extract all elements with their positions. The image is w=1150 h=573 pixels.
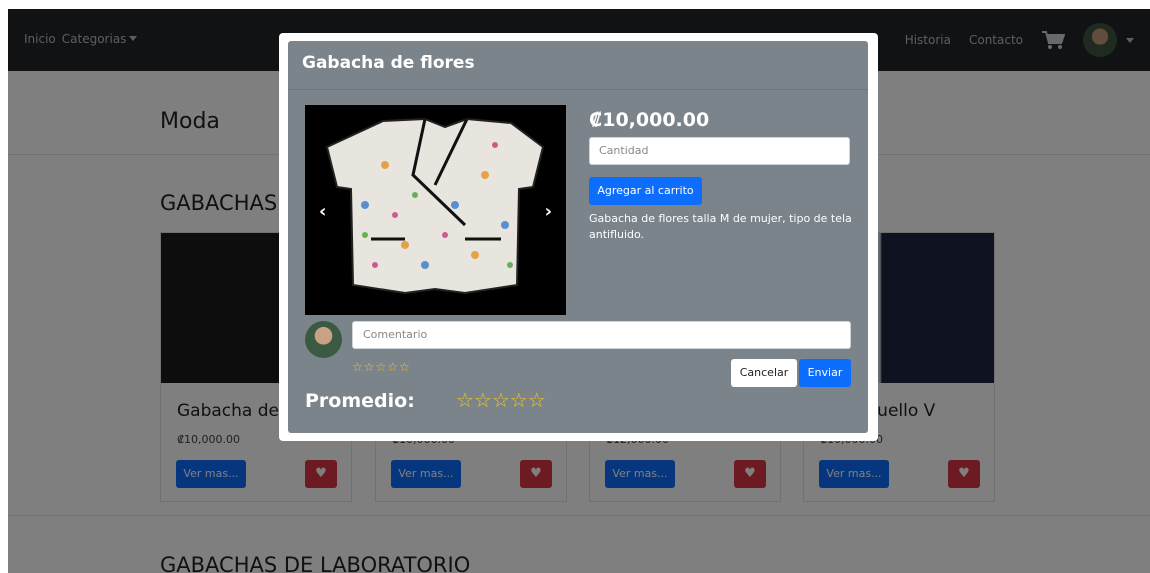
avatar	[305, 321, 342, 358]
average-label: Promedio:	[305, 390, 415, 412]
rating-stars-input[interactable]: ☆☆☆☆☆	[352, 360, 411, 374]
carousel-prev-icon[interactable]: ‹	[319, 201, 326, 222]
quantity-input[interactable]: Cantidad	[589, 137, 850, 165]
cancel-button[interactable]: Cancelar	[731, 359, 797, 387]
add-to-cart-button[interactable]: Agregar al carrito	[589, 177, 702, 205]
top-strip	[0, 0, 1150, 9]
comment-input[interactable]: Comentario	[352, 321, 851, 349]
product-description: Gabacha de flores talla M de mujer, tipo…	[589, 212, 852, 241]
modal-header: Gabacha de flores	[288, 41, 868, 90]
carousel-next-icon[interactable]: ›	[545, 201, 552, 222]
send-button[interactable]: Enviar	[799, 359, 851, 387]
average-stars: ☆☆☆☆☆	[456, 388, 546, 412]
product-carousel[interactable]: ‹ ›	[305, 105, 566, 315]
product-modal: Gabacha de flores ‹ › ₡10,000.00 Cantida…	[279, 33, 878, 441]
modal-price: ₡10,000.00	[589, 109, 710, 131]
page: Moda GABACHAS Gabacha de ₡10,000.00 Ver …	[0, 0, 1150, 573]
modal-title: Gabacha de flores	[302, 53, 475, 73]
modal-content: Gabacha de flores ‹ › ₡10,000.00 Cantida…	[288, 41, 868, 433]
left-strip	[0, 0, 8, 573]
product-photo	[305, 105, 566, 315]
